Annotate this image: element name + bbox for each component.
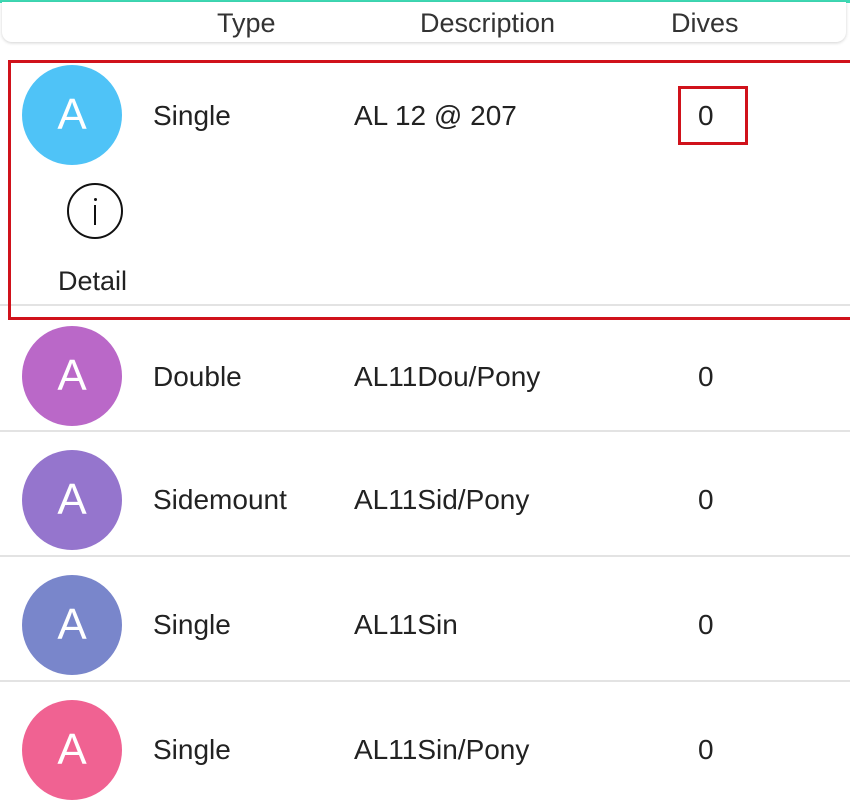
header-dives: Dives xyxy=(671,8,739,38)
cell-description: AL11Dou/Pony xyxy=(354,361,541,392)
info-icon-bar xyxy=(94,205,96,225)
avatar: A xyxy=(22,65,122,165)
table-row[interactable]: A Sidemount AL11Sid/Pony 0 xyxy=(0,432,850,557)
cell-dives: 0 xyxy=(698,484,714,515)
avatar: A xyxy=(22,575,122,675)
cell-type: Single xyxy=(153,100,231,131)
table-row[interactable]: A Single AL 12 @ 207 0 xyxy=(0,62,850,306)
table-row[interactable]: A Single AL11Sin 0 xyxy=(0,557,850,682)
detail-label[interactable]: Detail xyxy=(58,266,127,297)
cell-type: Sidemount xyxy=(153,484,287,515)
cell-dives: 0 xyxy=(698,609,714,640)
table-header: Type Description Dives xyxy=(2,2,846,42)
header-type: Type xyxy=(217,8,276,38)
info-icon-dot xyxy=(93,198,97,201)
cell-description: AL11Sid/Pony xyxy=(354,484,530,515)
cell-description: AL 12 @ 207 xyxy=(354,100,517,131)
avatar: A xyxy=(22,450,122,550)
cell-dives: 0 xyxy=(698,734,714,765)
cell-dives: 0 xyxy=(698,361,714,392)
avatar-letter: A xyxy=(57,475,87,524)
avatar-letter: A xyxy=(57,90,87,139)
cell-type: Single xyxy=(153,734,231,765)
cell-description: AL11Sin/Pony xyxy=(354,734,530,765)
cell-description: AL11Sin xyxy=(354,609,458,640)
cell-type: Single xyxy=(153,609,231,640)
info-icon[interactable] xyxy=(67,183,123,239)
avatar-letter: A xyxy=(57,725,87,774)
cell-dives: 0 xyxy=(698,100,714,131)
table-row[interactable]: A Double AL11Dou/Pony 0 xyxy=(0,306,850,432)
table-row[interactable]: A Single AL11Sin/Pony 0 xyxy=(0,682,850,804)
cell-type: Double xyxy=(153,361,242,392)
avatar: A xyxy=(22,700,122,800)
avatar-letter: A xyxy=(57,600,87,649)
avatar-letter: A xyxy=(57,351,87,400)
avatar: A xyxy=(22,326,122,426)
header-description: Description xyxy=(420,8,556,38)
